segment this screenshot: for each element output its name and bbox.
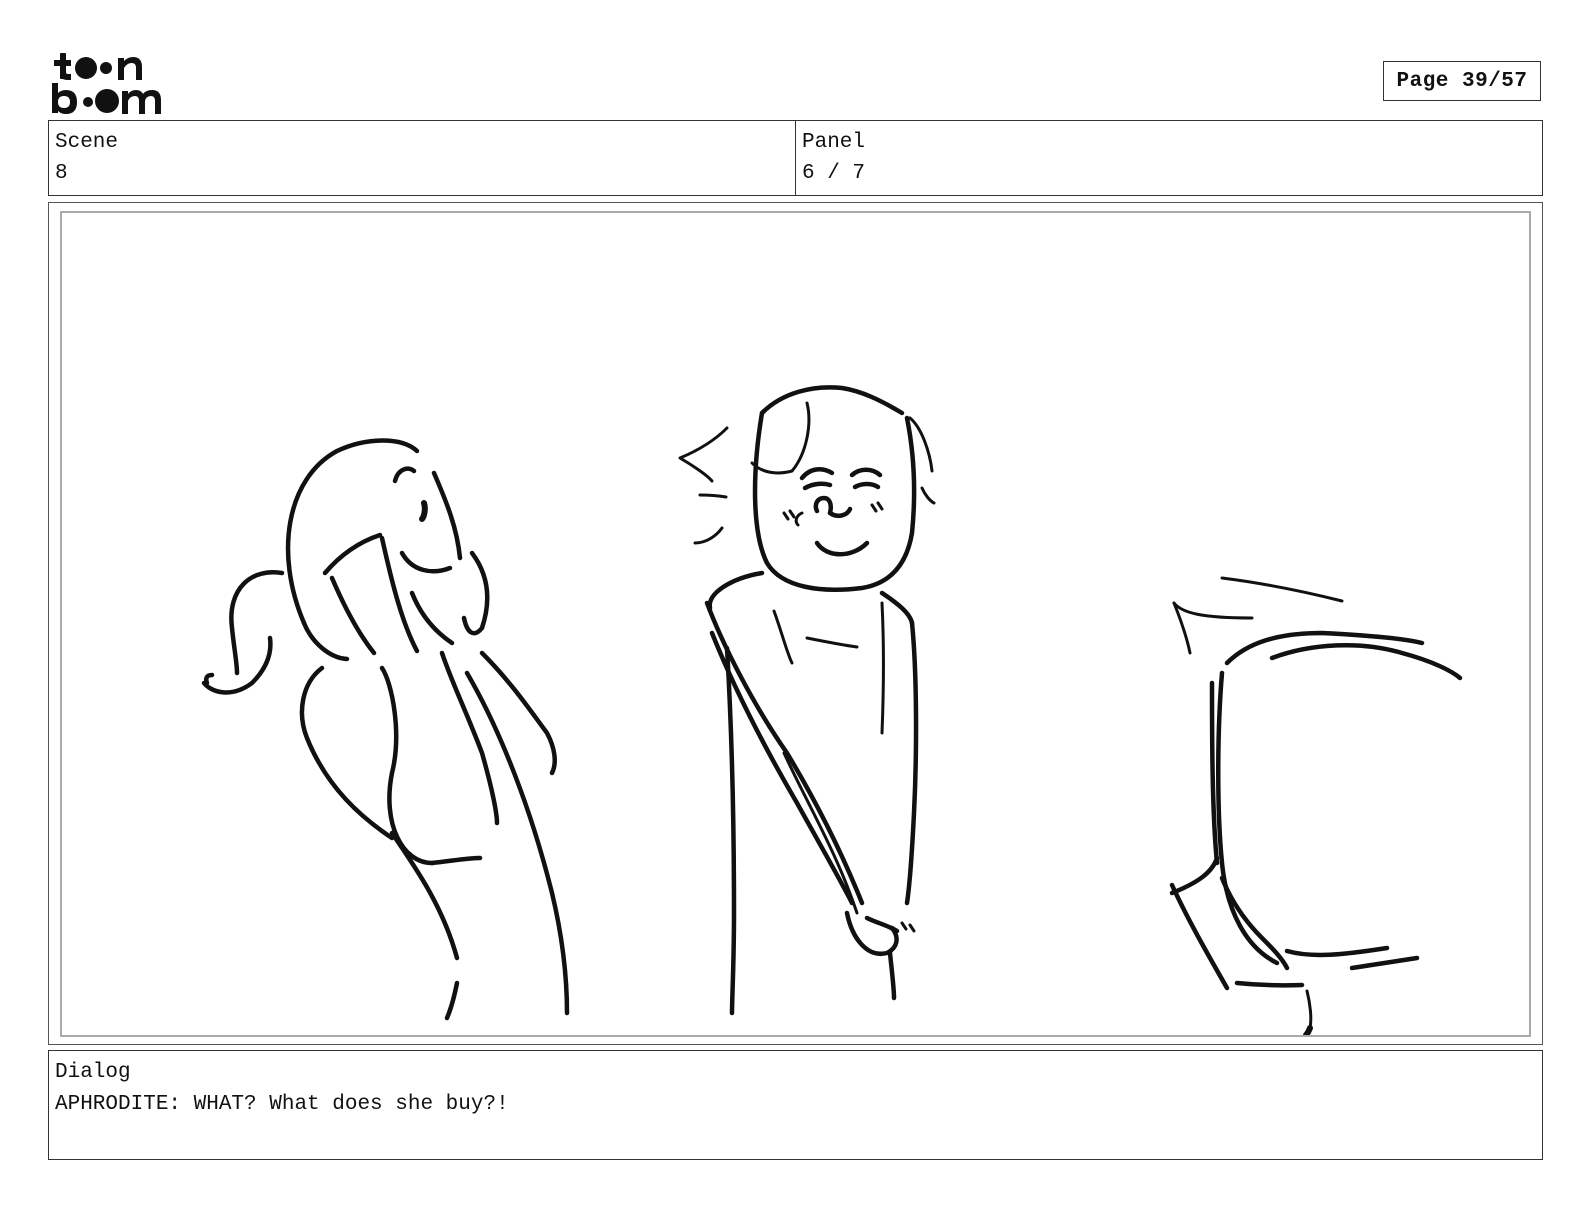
storyboard-panel-image <box>60 211 1531 1037</box>
scene-value: 8 <box>55 162 68 185</box>
sketch-left-character <box>201 438 570 1021</box>
dialog-text: APHRODITE: WHAT? What does she buy?! <box>55 1093 509 1116</box>
panel-cell: Panel 6 / 7 <box>795 121 1542 195</box>
sketch-middle-character <box>678 385 936 1016</box>
scene-cell: Scene 8 <box>49 121 795 195</box>
panel-label: Panel <box>802 131 866 154</box>
dialog-box: Dialog APHRODITE: WHAT? What does she bu… <box>48 1050 1543 1160</box>
page-number: Page 39/57 <box>1383 61 1541 101</box>
sketch-right-character <box>1169 576 1463 1035</box>
sketch-drawing <box>201 385 1463 1035</box>
scene-panel-info: Scene 8 Panel 6 / 7 <box>48 120 1543 196</box>
toon-boom-logo <box>52 53 161 114</box>
panel-value: 6 / 7 <box>802 162 866 185</box>
storyboard-panel-frame <box>48 202 1543 1045</box>
dialog-label: Dialog <box>55 1061 131 1084</box>
scene-label: Scene <box>55 131 119 154</box>
